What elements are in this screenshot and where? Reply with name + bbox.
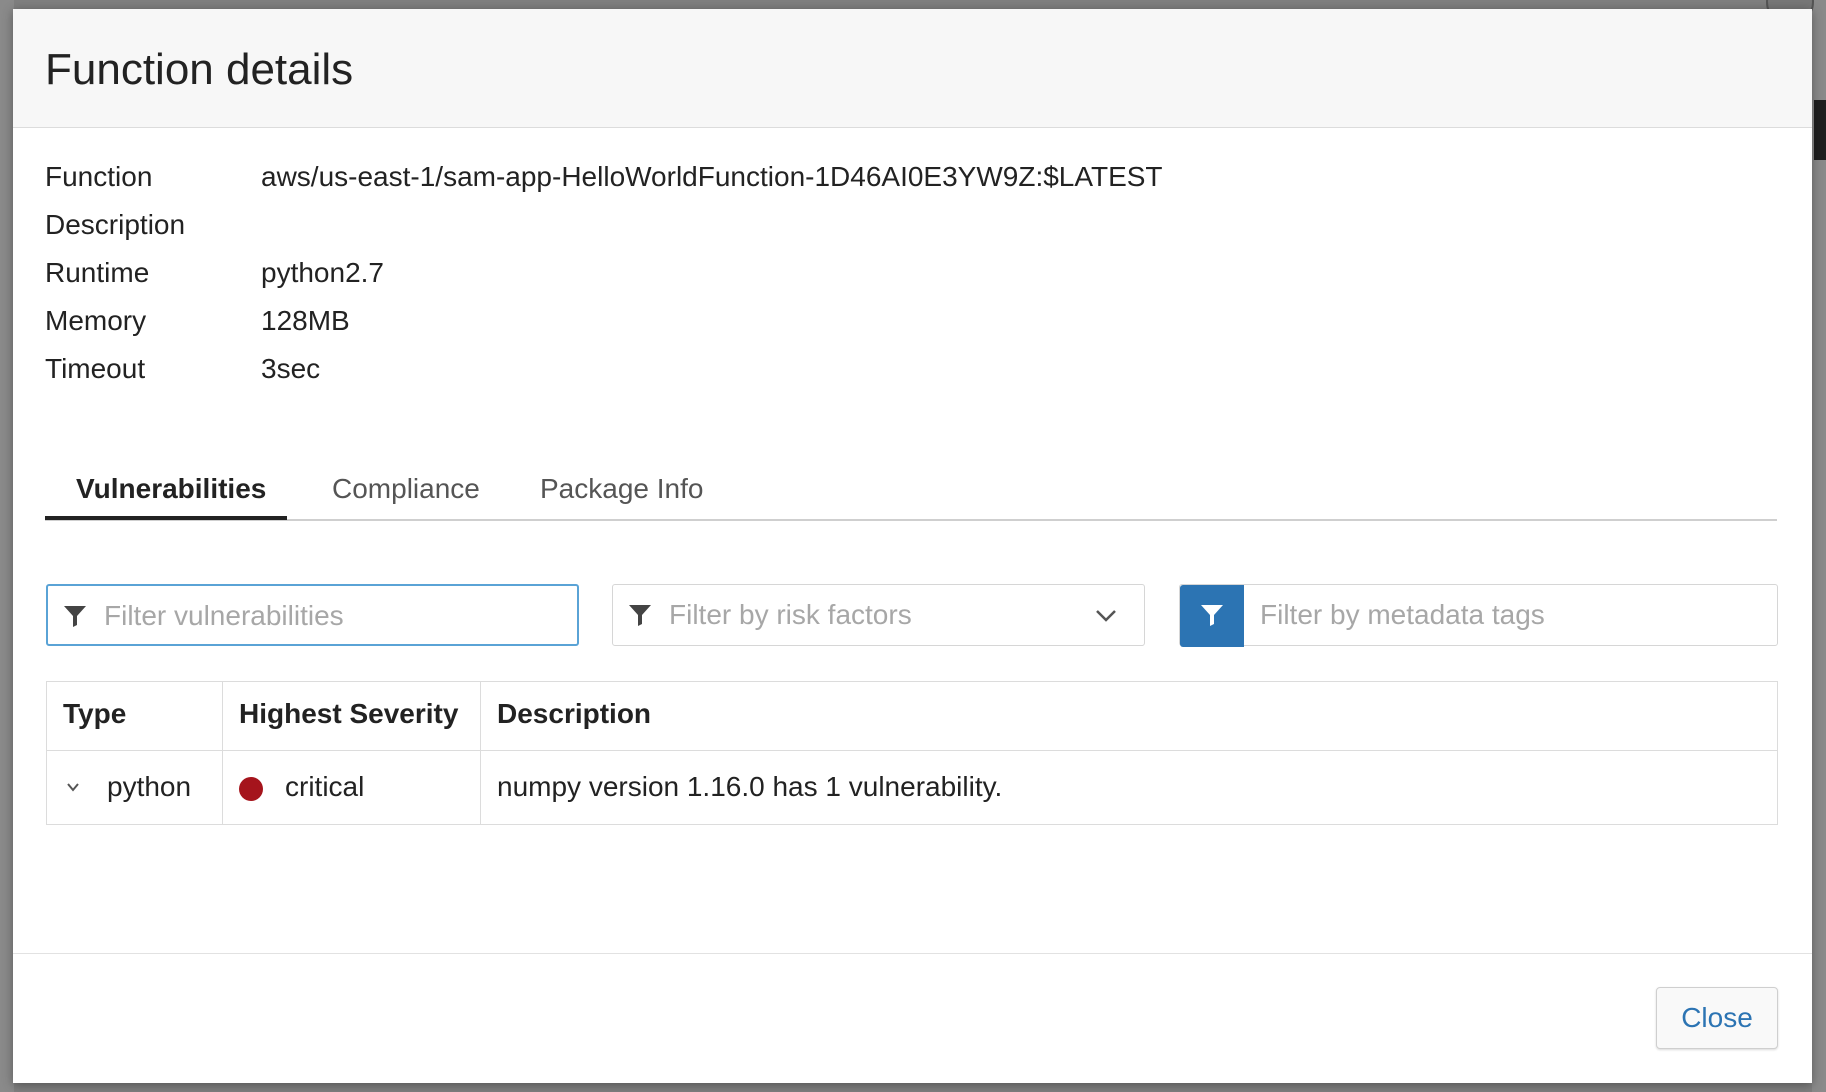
modal-title: Function details [45, 45, 354, 94]
row-severity-cell: critical [223, 750, 481, 824]
detail-row-runtime: Runtime python2.7 [45, 257, 1445, 297]
tab-bar: Vulnerabilities Compliance Package Info [45, 461, 1777, 521]
detail-label: Function [45, 161, 153, 192]
close-button[interactable]: Close [1656, 987, 1778, 1049]
background-page-block [1814, 100, 1826, 160]
chevron-down-icon[interactable] [65, 781, 81, 793]
detail-row-memory: Memory 128MB [45, 305, 1445, 345]
detail-label: Runtime [45, 257, 150, 288]
detail-label: Timeout [45, 353, 146, 384]
chevron-down-icon [1096, 610, 1116, 622]
detail-row-function: Function aws/us-east-1/sam-app-HelloWorl… [45, 161, 1445, 201]
risk-factors-placeholder: Filter by risk factors [669, 599, 912, 630]
background-page-left [0, 0, 14, 1092]
row-severity: critical [285, 771, 365, 802]
detail-row-description: Description [45, 209, 1445, 249]
detail-label: Description [45, 209, 186, 240]
vulnerabilities-table: Type Highest Severity Description python… [46, 681, 1778, 825]
filter-icon [1201, 605, 1223, 626]
modal-header: Function details [13, 9, 1812, 128]
row-description: numpy version 1.16.0 has 1 vulnerability… [497, 771, 1003, 802]
tab-vulnerabilities[interactable]: Vulnerabilities [76, 473, 266, 519]
active-tab-indicator [45, 516, 287, 520]
metadata-filter-button[interactable] [1180, 585, 1244, 647]
table-row[interactable]: python [47, 750, 223, 824]
detail-value: python2.7 [261, 257, 384, 288]
detail-value: 3sec [261, 353, 321, 384]
filter-vulnerabilities-input[interactable]: Filter vulnerabilities [46, 584, 579, 646]
row-description-cell: numpy version 1.16.0 has 1 vulnerability… [481, 750, 1777, 824]
column-header-type[interactable]: Type [47, 682, 223, 750]
detail-value: aws/us-east-1/sam-app-HelloWorldFunction… [261, 161, 1163, 192]
modal-footer-divider [13, 953, 1812, 954]
filter-vulnerabilities-placeholder: Filter vulnerabilities [104, 600, 344, 631]
metadata-tags-filter: Filter by metadata tags [1179, 584, 1778, 647]
tab-package-info[interactable]: Package Info [540, 473, 703, 519]
filter-icon [629, 605, 651, 626]
tab-compliance[interactable]: Compliance [332, 473, 480, 519]
metadata-tags-input[interactable]: Filter by metadata tags [1260, 599, 1545, 631]
column-header-description[interactable]: Description [481, 682, 1777, 750]
detail-row-timeout: Timeout 3sec [45, 353, 1445, 393]
critical-severity-icon [239, 777, 263, 801]
column-header-severity[interactable]: Highest Severity [223, 682, 481, 750]
detail-label: Memory [45, 305, 147, 336]
row-type: python [107, 771, 192, 802]
detail-value: 128MB [261, 305, 350, 336]
background-page-right [1812, 0, 1826, 1092]
function-details-modal: Function details Function aws/us-east-1/… [13, 9, 1812, 1083]
risk-factors-select[interactable]: Filter by risk factors [612, 584, 1145, 646]
filter-icon [64, 606, 86, 627]
